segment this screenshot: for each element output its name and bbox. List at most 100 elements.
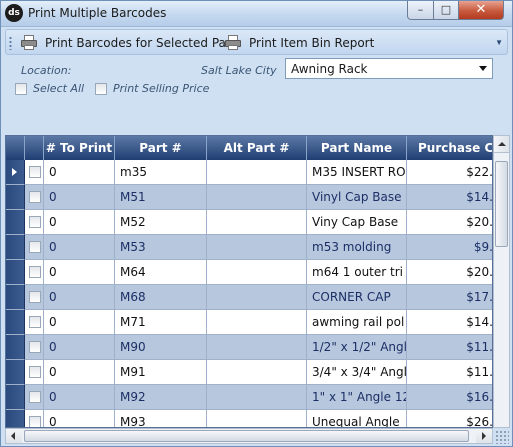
horizontal-scroll-thumb[interactable] — [24, 430, 469, 442]
row-header[interactable] — [6, 410, 25, 427]
cell-to-print[interactable]: 0 — [44, 360, 115, 385]
cell-part-number[interactable]: M53 — [115, 235, 207, 260]
cell-to-print[interactable]: 0 — [44, 160, 115, 185]
row-select-checkbox[interactable] — [29, 391, 41, 403]
row-header[interactable] — [6, 360, 25, 385]
scroll-right-icon[interactable] — [476, 429, 492, 443]
cell-part-name[interactable]: 1/2" x 1/2" Angl — [307, 335, 407, 360]
cell-part-number[interactable]: M92 — [115, 385, 207, 410]
cell-alt-part-number[interactable] — [207, 335, 307, 360]
cell-alt-part-number[interactable] — [207, 360, 307, 385]
title-bar[interactable]: ds Print Multiple Barcodes – □ ✕ — [1, 1, 512, 27]
row-select-checkbox[interactable] — [29, 341, 41, 353]
horizontal-scrollbar[interactable] — [5, 428, 493, 444]
cell-to-print[interactable]: 0 — [44, 385, 115, 410]
cell-part-number[interactable]: m35 — [115, 160, 207, 185]
table-row[interactable]: 0 M52 Viny Cap Base $20. — [6, 210, 492, 235]
cell-to-print[interactable]: 0 — [44, 310, 115, 335]
checkbox-column-header[interactable] — [25, 136, 44, 160]
column-header-alt-part-number[interactable]: Alt Part # — [207, 136, 307, 160]
table-row[interactable]: 0 M64 m64 1 outer tri $20. — [6, 260, 492, 285]
column-header-to-print[interactable]: # To Print — [44, 136, 115, 160]
cell-select[interactable] — [25, 410, 44, 427]
cell-purchase-cost[interactable]: $11. — [407, 335, 492, 360]
cell-part-name[interactable]: Unequal Angle — [307, 410, 407, 427]
maximize-button[interactable]: □ — [433, 1, 459, 20]
row-select-checkbox[interactable] — [29, 191, 41, 203]
cell-purchase-cost[interactable]: $26. — [407, 410, 492, 427]
toolbar-overflow-icon[interactable]: ▼ — [495, 38, 503, 47]
cell-to-print[interactable]: 0 — [44, 185, 115, 210]
print-selling-price-checkbox[interactable] — [95, 82, 107, 95]
select-all-option[interactable]: Select All — [15, 82, 84, 95]
scroll-left-icon[interactable] — [6, 429, 22, 443]
cell-alt-part-number[interactable] — [207, 310, 307, 335]
cell-alt-part-number[interactable] — [207, 210, 307, 235]
cell-select[interactable] — [25, 310, 44, 335]
cell-to-print[interactable]: 0 — [44, 260, 115, 285]
column-header-purchase-cost[interactable]: Purchase Cost — [407, 136, 492, 160]
cell-to-print[interactable]: 0 — [44, 210, 115, 235]
cell-select[interactable] — [25, 285, 44, 310]
cell-part-number[interactable]: M51 — [115, 185, 207, 210]
cell-select[interactable] — [25, 185, 44, 210]
cell-part-name[interactable]: CORNER CAP — [307, 285, 407, 310]
cell-part-name[interactable]: m64 1 outer tri — [307, 260, 407, 285]
cell-purchase-cost[interactable]: $11. — [407, 360, 492, 385]
table-row[interactable]: 0 M91 3/4" x 3/4" Angl $11. — [6, 360, 492, 385]
cell-part-name[interactable]: m53 molding — [307, 235, 407, 260]
table-row[interactable]: 0 M71 awming rail pol $14. — [6, 310, 492, 335]
cell-select[interactable] — [25, 360, 44, 385]
cell-part-number[interactable]: M90 — [115, 335, 207, 360]
resize-grip-icon[interactable] — [495, 430, 509, 444]
cell-purchase-cost[interactable]: $16. — [407, 385, 492, 410]
row-select-checkbox[interactable] — [29, 266, 41, 278]
cell-part-name[interactable]: 3/4" x 3/4" Angl — [307, 360, 407, 385]
cell-part-number[interactable]: M93 — [115, 410, 207, 427]
column-header-part-number[interactable]: Part # — [115, 136, 207, 160]
cell-alt-part-number[interactable] — [207, 160, 307, 185]
cell-part-number[interactable]: M91 — [115, 360, 207, 385]
column-header-part-name[interactable]: Part Name — [307, 136, 407, 160]
bin-location-select[interactable]: Awning Rack — [285, 58, 493, 79]
cell-part-number[interactable]: M64 — [115, 260, 207, 285]
table-row[interactable]: 0 m35 M35 INSERT RO $22. — [6, 160, 492, 185]
row-select-checkbox[interactable] — [29, 241, 41, 253]
row-header[interactable] — [6, 260, 25, 285]
print-item-bin-report-button[interactable]: Print Item Bin Report — [224, 33, 374, 52]
row-header[interactable] — [6, 160, 25, 185]
row-header[interactable] — [6, 185, 25, 210]
cell-purchase-cost[interactable]: $20. — [407, 260, 492, 285]
row-select-checkbox[interactable] — [29, 416, 41, 427]
row-header[interactable] — [6, 385, 25, 410]
cell-alt-part-number[interactable] — [207, 235, 307, 260]
cell-part-number[interactable]: M68 — [115, 285, 207, 310]
cell-alt-part-number[interactable] — [207, 185, 307, 210]
minimize-button[interactable]: – — [407, 1, 434, 20]
cell-select[interactable] — [25, 260, 44, 285]
cell-to-print[interactable]: 0 — [44, 285, 115, 310]
cell-alt-part-number[interactable] — [207, 410, 307, 427]
cell-part-number[interactable]: M52 — [115, 210, 207, 235]
print-selected-barcodes-button[interactable]: Print Barcodes for Selected Part — [20, 33, 236, 52]
scroll-up-icon[interactable] — [494, 136, 509, 153]
close-button[interactable]: ✕ — [458, 1, 504, 20]
cell-part-name[interactable]: Vinyl Cap Base — [307, 185, 407, 210]
cell-part-name[interactable]: awming rail pol — [307, 310, 407, 335]
row-select-checkbox[interactable] — [29, 166, 41, 178]
vertical-scroll-thumb[interactable] — [495, 161, 508, 247]
cell-purchase-cost[interactable]: $9. — [407, 235, 492, 260]
select-all-checkbox[interactable] — [15, 82, 27, 95]
cell-purchase-cost[interactable]: $14. — [407, 310, 492, 335]
cell-purchase-cost[interactable]: $14. — [407, 185, 492, 210]
cell-to-print[interactable]: 0 — [44, 235, 115, 260]
cell-alt-part-number[interactable] — [207, 285, 307, 310]
row-header[interactable] — [6, 285, 25, 310]
toolbar-grip[interactable] — [9, 36, 12, 50]
cell-to-print[interactable]: 0 — [44, 410, 115, 427]
cell-select[interactable] — [25, 210, 44, 235]
cell-select[interactable] — [25, 160, 44, 185]
row-header[interactable] — [6, 310, 25, 335]
cell-part-name[interactable]: Viny Cap Base — [307, 210, 407, 235]
table-row[interactable]: 0 M68 CORNER CAP $17. — [6, 285, 492, 310]
